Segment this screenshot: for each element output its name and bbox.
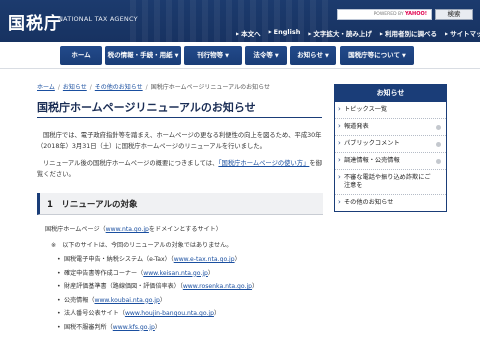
sidebar-item-fraud-warning[interactable]: 不審な電話や振り込め詐欺にご注意を	[335, 170, 446, 195]
list-item: 国税不服審判所（www.kfs.go.jp）	[57, 323, 258, 337]
expand-icon	[436, 142, 441, 147]
global-nav: ホーム 税の情報・手続・用紙 ▼ 刊行物等 ▼ 法令等 ▼ お知らせ ▼ 国税庁等につい…	[0, 42, 480, 69]
page-title: 国税庁ホームページリニューアルのお知らせ	[37, 101, 256, 114]
nav-tab-news[interactable]: お知らせ ▼	[290, 46, 336, 65]
search-powered-by: POWERED BY YAHOO!	[373, 11, 427, 17]
chevron-down-icon: ▼	[225, 53, 229, 59]
site-link[interactable]: www.koubai.nta.go.jp	[94, 297, 159, 304]
agency-name: NATIONAL TAX AGENCY	[58, 15, 138, 23]
search-input[interactable]: POWERED BY YAHOO!	[337, 9, 432, 20]
exclusion-note: ※ 以下のサイトは、今回のリニューアルの対象ではありません。	[51, 242, 233, 249]
title-divider	[37, 117, 322, 118]
text-size-link[interactable]: 文字拡大・読み上げ	[308, 28, 372, 38]
chevron-down-icon: ▼	[274, 53, 279, 59]
breadcrumb-home[interactable]: ホーム	[37, 84, 55, 91]
expand-icon	[436, 159, 441, 164]
nav-tab-publications[interactable]: 刊行物等 ▼	[184, 46, 242, 65]
excluded-sites-list: 国税電子申告・納税システム（e-Tax）（www.e-tax.nta.go.jp…	[57, 255, 258, 336]
list-item: 法人番号公表サイト（www.houjin-bangou.nta.go.jp）	[57, 309, 258, 323]
user-type-link[interactable]: 利用者別に調べる	[380, 28, 437, 38]
search-button[interactable]: 検索	[435, 9, 473, 20]
intro-paragraph-1: 国税庁では、電子政府指針等を踏まえ、ホームページの更なる利便性の向上を図るため、…	[37, 132, 322, 150]
usage-guide-link[interactable]: 「国税庁ホームページの使い方」	[218, 160, 309, 167]
sidebar-heading: お知らせ	[335, 85, 446, 102]
intro-paragraph-2: リニューアル後の国税庁ホームページの概要につきましては、「国税庁ホームページの使…	[37, 160, 322, 178]
list-item: 確定申告書等作成コーナー（www.keisan.nta.go.jp）	[57, 269, 258, 283]
sidebar-item-press[interactable]: 報道発表	[335, 119, 446, 136]
breadcrumb-other-news[interactable]: その他のお知らせ	[95, 84, 143, 91]
sidebar-news: お知らせ トピックス一覧 報道発表 パブリックコメント 調達情報・公売情報 不審…	[334, 84, 447, 212]
chevron-down-icon: ▼	[174, 53, 179, 59]
nav-tab-about[interactable]: 国税庁等について ▼	[340, 46, 414, 65]
breadcrumb-current: 国税庁ホームページリニューアルのお知らせ	[150, 84, 270, 91]
sidebar-item-public-comment[interactable]: パブリックコメント	[335, 136, 446, 153]
sitemap-link[interactable]: サイトマップ	[445, 28, 480, 38]
chevron-down-icon: ▼	[325, 53, 329, 59]
breadcrumb-news[interactable]: お知らせ	[63, 84, 87, 91]
sidebar-item-topics[interactable]: トピックス一覧	[335, 102, 446, 119]
nav-tab-laws[interactable]: 法令等 ▼	[245, 46, 287, 65]
expand-icon	[436, 125, 441, 130]
breadcrumb: ホーム / お知らせ / その他のお知らせ / 国税庁ホームページリニューアルのお知らせ	[37, 84, 270, 91]
list-item: 財産評価基準書（路線価図・評価倍率表）（www.rosenka.nta.go.j…	[57, 282, 258, 296]
site-link[interactable]: www.e-tax.nta.go.jp	[174, 256, 235, 263]
site-link[interactable]: www.keisan.nta.go.jp	[143, 270, 208, 277]
site-link[interactable]: www.kfs.go.jp	[113, 324, 155, 331]
chevron-down-icon: ▼	[401, 53, 406, 59]
site-header: 国税庁 NATIONAL TAX AGENCY POWERED BY YAHOO…	[0, 0, 480, 42]
sidebar-item-procurement[interactable]: 調達情報・公売情報	[335, 153, 446, 170]
nta-domain-link[interactable]: www.nta.go.jp	[106, 226, 149, 233]
skip-to-content-link[interactable]: 本文へ	[236, 28, 261, 38]
site-logo[interactable]: 国税庁	[8, 9, 62, 34]
list-item: 公売情報（www.koubai.nta.go.jp）	[57, 296, 258, 310]
sidebar-item-other-news[interactable]: その他のお知らせ	[335, 195, 446, 211]
section-heading-renewal-target: 1 リニューアルの対象	[37, 193, 323, 215]
site-link[interactable]: www.rosenka.nta.go.jp	[183, 283, 252, 290]
utility-links: 本文へ English 文字拡大・読み上げ 利用者別に調べる サイトマップ	[236, 28, 480, 38]
nav-tab-home[interactable]: ホーム	[60, 46, 102, 65]
list-item: 国税電子申告・納税システム（e-Tax）（www.e-tax.nta.go.jp…	[57, 255, 258, 269]
english-link[interactable]: English	[269, 28, 301, 38]
target-domain-text: 国税庁ホームページ（www.nta.go.jpをドメインとするサイト）	[45, 226, 222, 233]
nav-tab-tax-info[interactable]: 税の情報・手続・用紙 ▼	[105, 46, 181, 65]
site-link[interactable]: www.houjin-bangou.nta.go.jp	[125, 310, 214, 317]
